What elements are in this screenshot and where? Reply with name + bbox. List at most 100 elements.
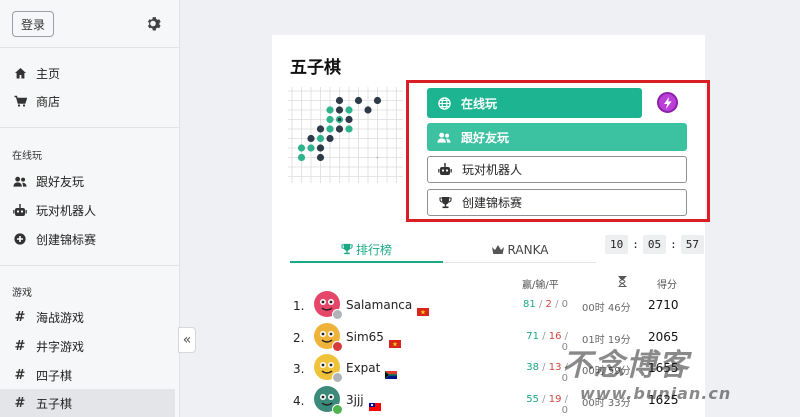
board-stone — [326, 106, 334, 114]
play-time: 00时 46分 — [582, 303, 631, 314]
timer-minutes: 05 — [642, 235, 667, 254]
sidebar-item-play-friend[interactable]: 跟好友玩 — [0, 167, 175, 195]
board-stone — [326, 125, 334, 133]
avatar[interactable] — [314, 322, 343, 352]
board-stone — [335, 96, 344, 105]
gomoku-board-preview — [288, 87, 403, 183]
sidebar-item-tictactoe[interactable]: # 井字游戏 — [0, 332, 175, 360]
board-stone — [326, 134, 334, 143]
draws: 0 — [561, 299, 568, 310]
win-loss-draw: 55 / 19 / 0 — [518, 394, 568, 416]
hash-icon: # — [14, 395, 26, 411]
board-stone — [364, 106, 372, 114]
status-badge — [332, 340, 343, 352]
status-badge — [332, 309, 343, 320]
avatar[interactable] — [314, 385, 343, 415]
gear-icon[interactable] — [146, 16, 162, 32]
losses: 16 — [548, 330, 562, 342]
record-separator: / — [551, 299, 562, 310]
rank-number: 1. — [293, 299, 305, 313]
sidebar-item-battleship[interactable]: # 海战游戏 — [0, 303, 175, 331]
status-badge — [332, 403, 343, 415]
country-flag-icon — [417, 301, 430, 316]
player-name[interactable]: Expat — [346, 361, 380, 375]
country-flag-icon — [388, 333, 401, 348]
plus-circle-icon — [13, 232, 27, 246]
board-stone — [297, 153, 306, 162]
hash-icon: # — [14, 309, 26, 325]
timer-separator: : — [632, 238, 639, 251]
board-stone — [373, 96, 382, 105]
sidebar-item-create-tournament[interactable]: 创建锦标赛 — [0, 225, 175, 253]
board-stone — [345, 125, 353, 133]
rank-number: 3. — [293, 362, 305, 376]
sidebar-item-shop[interactable]: 商店 — [0, 87, 175, 115]
sidebar-item-gomoku[interactable]: # 五子棋 — [0, 389, 175, 417]
play-time: 01时 19分 — [582, 334, 631, 346]
record-separator: / — [535, 299, 546, 310]
score: 2065 — [648, 329, 679, 344]
win-loss-draw: 81 / 2 / 0 — [518, 299, 568, 310]
section-label-games: 游戏 — [12, 288, 32, 299]
crown-icon — [491, 245, 504, 254]
record-separator: / — [561, 362, 568, 373]
board-stone — [345, 106, 353, 114]
score: 1625 — [648, 392, 679, 407]
tab-label: 排行榜 — [355, 242, 392, 257]
player-name[interactable]: 3jjj — [346, 393, 364, 407]
avatar[interactable] — [314, 291, 343, 320]
status-badge — [332, 372, 343, 383]
play-time: 00时 33分 — [582, 397, 631, 409]
hash-icon: # — [14, 338, 26, 354]
leaderboard-row[interactable]: 1. Salamanca 81 / 2 / 0 00时 46分 2710 — [272, 289, 705, 321]
record-separator: / — [561, 330, 568, 342]
double-chevron-left-icon: « — [182, 332, 192, 348]
tab-leaderboard[interactable]: 排行榜 — [290, 237, 443, 263]
sidebar-item-label: 跟好友玩 — [36, 174, 85, 189]
board-stone — [307, 144, 315, 152]
draws: 0 — [561, 404, 568, 416]
draws: 0 — [561, 341, 568, 353]
collapse-sidebar-button[interactable]: « — [178, 327, 196, 353]
board-star-point — [376, 156, 379, 159]
sidebar-divider — [0, 265, 180, 266]
tab-ranka[interactable]: RANKA — [443, 237, 596, 263]
play-time: 00时 59分 — [582, 366, 631, 377]
sidebar: 登录 主页 商店 在线玩 跟好友玩 玩对机器人 创建锦标赛 游戏 # 海战游戏 … — [0, 0, 180, 417]
sidebar-item-connect-four[interactable]: # 四子棋 — [0, 361, 175, 389]
record-separator: / — [538, 330, 549, 342]
board-stone — [307, 134, 315, 143]
home-icon — [13, 66, 27, 80]
avatar[interactable] — [314, 354, 343, 383]
rank-number: 4. — [293, 393, 305, 408]
sidebar-item-label: 海战游戏 — [36, 310, 85, 325]
board-stone-marker — [337, 117, 342, 122]
score: 1655 — [648, 361, 679, 375]
sidebar-item-label: 玩对机器人 — [36, 203, 97, 218]
leaderboard-row[interactable]: 4. 3jjj 55 / 19 / 0 00时 33分 1625 — [272, 384, 705, 416]
board-stone — [297, 144, 306, 152]
highlight-box — [406, 80, 710, 222]
page-title: 五子棋 — [290, 58, 341, 78]
sidebar-item-home[interactable]: 主页 — [0, 59, 175, 87]
losses: 19 — [548, 393, 562, 405]
tab-label: RANKA — [507, 242, 549, 257]
score: 2710 — [648, 298, 679, 312]
leaderboard-row[interactable]: 2. Sim65 71 / 16 / 0 01时 19分 2065 — [272, 321, 705, 353]
leaderboard-row[interactable]: 3. Expat 38 / 13 / 0 00时 59分 1655 — [272, 352, 705, 384]
player-name[interactable]: Salamanca — [346, 298, 412, 312]
board-stone — [345, 115, 353, 124]
sidebar-item-play-robot[interactable]: 玩对机器人 — [0, 196, 175, 224]
timer-seconds: 57 — [680, 235, 704, 254]
win-loss-draw: 71 / 16 / 0 — [518, 331, 568, 353]
hash-icon: # — [14, 367, 26, 383]
record-separator: / — [538, 362, 549, 373]
wins: 38 — [526, 362, 539, 373]
sidebar-divider — [0, 127, 180, 128]
board-stone — [335, 125, 344, 133]
player-name[interactable]: Sim65 — [346, 330, 384, 344]
users-icon — [13, 174, 27, 188]
wins: 55 — [526, 393, 539, 405]
robot-icon — [13, 203, 27, 217]
login-button[interactable]: 登录 — [12, 11, 54, 37]
